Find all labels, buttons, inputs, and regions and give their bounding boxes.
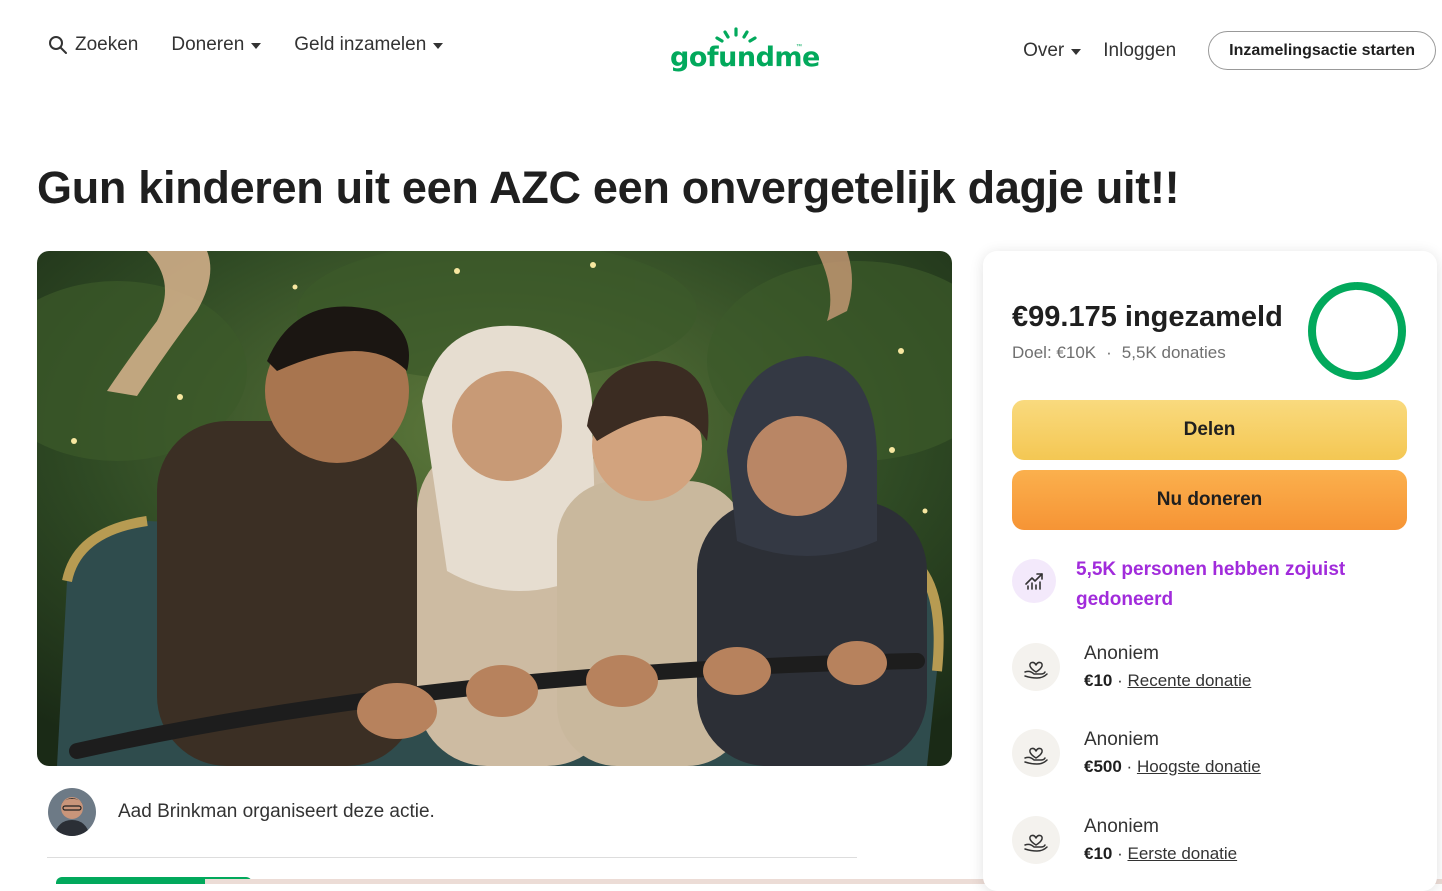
- campaign-hero-image[interactable]: [37, 251, 952, 766]
- amount-raised: €99.175 ingezameld: [1012, 301, 1283, 333]
- progress-ring: [1308, 282, 1406, 380]
- donation-count: 5,5K donaties: [1121, 343, 1226, 362]
- heart-hand-icon: [1012, 643, 1060, 691]
- chevron-down-icon: [1071, 48, 1082, 55]
- campaign-title: Gun kinderen uit een AZC een onvergeteli…: [37, 162, 1180, 213]
- donation-tag-link[interactable]: Hoogste donatie: [1137, 757, 1261, 776]
- donation-detail: €10 · Eerste donatie: [1084, 840, 1237, 868]
- donation-detail: €10 · Recente donatie: [1084, 667, 1251, 695]
- donation-detail: €500 · Hoogste donatie: [1084, 753, 1261, 781]
- organizer-avatar[interactable]: [48, 788, 96, 836]
- hero-illustration: [37, 251, 952, 766]
- donate-now-button[interactable]: Nu doneren: [1012, 470, 1407, 530]
- donor-name: Anoniem: [1084, 816, 1159, 837]
- goal-text: Doel: €10K: [1012, 343, 1097, 362]
- donation-separator: ·: [1112, 671, 1128, 690]
- recent-donors-text: 5,5K personen hebben zojuist gedoneerd: [1076, 559, 1346, 610]
- start-fundraiser-button[interactable]: Inzamelingsactie starten: [1208, 31, 1436, 70]
- trending-up-icon: [1012, 559, 1056, 603]
- donation-separator: ·: [1112, 844, 1128, 863]
- goal-line: Doel: €10K · 5,5K donaties: [1012, 343, 1226, 363]
- heart-hand-icon: [1012, 816, 1060, 864]
- donation-amount: €10: [1084, 844, 1113, 863]
- donation-separator: ·: [1121, 757, 1137, 776]
- donation-tag-link[interactable]: Recente donatie: [1127, 671, 1251, 690]
- search-label: Zoeken: [75, 34, 139, 55]
- top-navigation: Zoeken Doneren Geld inzamelen gofundme ™…: [0, 0, 1442, 100]
- donor-name: Anoniem: [1084, 643, 1159, 664]
- donation-amount: €500: [1084, 757, 1122, 776]
- donation-item: Anoniem €500 · Hoogste donatie: [1012, 727, 1261, 781]
- search-icon: [49, 36, 67, 54]
- about-menu-label: Over: [1023, 39, 1065, 61]
- trademark-mark: ™: [796, 44, 802, 50]
- donation-tag-link[interactable]: Eerste donatie: [1127, 844, 1237, 863]
- donation-item: Anoniem €10 · Recente donatie: [1012, 641, 1251, 695]
- search-link[interactable]: Zoeken: [48, 34, 138, 56]
- goal-separator: ·: [1106, 343, 1112, 362]
- recent-donors-notice: 5,5K personen hebben zojuist gedoneerd: [1012, 555, 1376, 615]
- chevron-down-icon: [433, 43, 444, 49]
- donate-menu-label: Doneren: [171, 34, 245, 55]
- login-link[interactable]: Inloggen: [1103, 40, 1176, 62]
- section-divider: [47, 857, 857, 858]
- fundraise-menu[interactable]: Geld inzamelen: [294, 34, 444, 56]
- share-button[interactable]: Delen: [1012, 400, 1407, 460]
- chevron-down-icon: [251, 43, 262, 49]
- nav-right-group: Over Inloggen Inzamelingsactie starten: [1023, 31, 1436, 70]
- progress-ring-arc: [1308, 282, 1406, 380]
- organizer-text: Aad Brinkman organiseert deze actie.: [118, 801, 435, 822]
- donate-menu[interactable]: Doneren: [171, 34, 262, 56]
- donation-amount: €10: [1084, 671, 1113, 690]
- fundraise-menu-label: Geld inzamelen: [294, 34, 427, 55]
- login-label: Inloggen: [1103, 39, 1177, 61]
- gofundme-logo[interactable]: gofundme ™: [668, 26, 820, 76]
- donation-card: €99.175 ingezameld Doel: €10K · 5,5K don…: [983, 251, 1437, 891]
- about-menu[interactable]: Over: [1023, 39, 1082, 62]
- donation-item: Anoniem €10 · Eerste donatie: [1012, 814, 1237, 868]
- organizer-row: Aad Brinkman organiseert deze actie.: [48, 788, 435, 836]
- nav-left-group: Zoeken Doneren Geld inzamelen: [48, 34, 444, 56]
- heart-hand-icon: [1012, 729, 1060, 777]
- avatar-photo: [48, 788, 96, 836]
- donor-name: Anoniem: [1084, 729, 1159, 750]
